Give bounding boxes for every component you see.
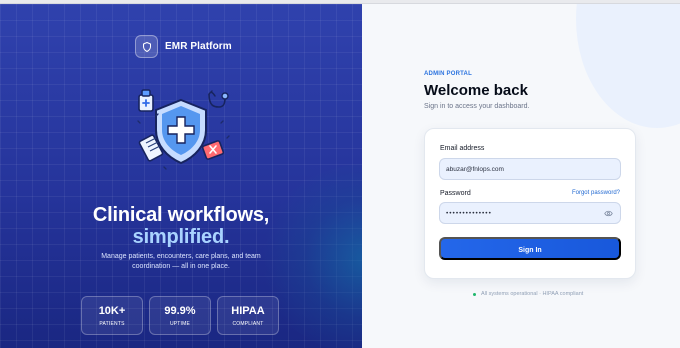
brand-name: EMR Platform — [165, 41, 232, 52]
portal-label: ADMIN PORTAL — [424, 71, 472, 77]
login-panel: ADMIN PORTAL Welcome back Sign in to acc… — [362, 4, 680, 348]
pill-box-icon — [201, 140, 225, 160]
brand-panel: EMR Platform Clinical workflows, simplif… — [0, 4, 362, 348]
stat-value: 99.9% — [164, 305, 196, 317]
login-form-card: Email address abuzar@fnlops.com Password… — [424, 128, 636, 279]
email-value: abuzar@fnlops.com — [446, 165, 504, 173]
browser-top-edge — [0, 0, 680, 4]
stat-card-patients: 10K+ PATIENTS — [81, 296, 143, 335]
stat-card-uptime: 99.9% UPTIME — [149, 296, 211, 335]
login-subtitle: Sign in to access your dashboard. — [424, 103, 530, 110]
stat-label: PATIENTS — [99, 321, 125, 327]
stat-card-compliance: HIPAA COMPLIANT — [217, 296, 279, 335]
brand-header: EMR Platform — [135, 35, 232, 58]
hero-headline-accent: simplified. — [132, 226, 230, 248]
decorative-bubble — [576, 4, 680, 128]
hero-headline: Clinical workflows, simplified. — [55, 204, 307, 248]
email-field[interactable]: abuzar@fnlops.com — [439, 158, 621, 180]
shield-icon — [135, 35, 158, 58]
status-text: All systems operational · HIPAA complian… — [481, 291, 584, 297]
password-label: Password — [440, 190, 471, 197]
stat-value: 10K+ — [98, 305, 126, 317]
sign-in-button[interactable]: Sign In — [439, 237, 621, 260]
password-value: •••••••••••••• — [446, 209, 492, 217]
stat-label: UPTIME — [169, 321, 191, 327]
medical-shield-icon — [155, 98, 207, 165]
forgot-password-link[interactable]: Forgot password? — [572, 190, 620, 196]
medical-shield-illustration — [137, 89, 230, 170]
login-title: Welcome back — [424, 82, 528, 99]
system-status: All systems operational · HIPAA complian… — [473, 291, 583, 297]
medicine-bottle-icon — [138, 89, 154, 112]
hero-description: Manage patients, encounters, care plans,… — [101, 253, 261, 270]
hero-headline-line: Clinical workflows, — [92, 204, 270, 226]
eye-icon[interactable] — [604, 209, 613, 218]
stethoscope-icon — [208, 90, 229, 108]
status-dot-icon — [473, 292, 476, 296]
email-label: Email address — [440, 145, 485, 152]
stat-label: COMPLIANT — [232, 321, 264, 327]
password-field[interactable]: •••••••••••••• — [439, 202, 621, 224]
stat-value: HIPAA — [231, 305, 265, 317]
